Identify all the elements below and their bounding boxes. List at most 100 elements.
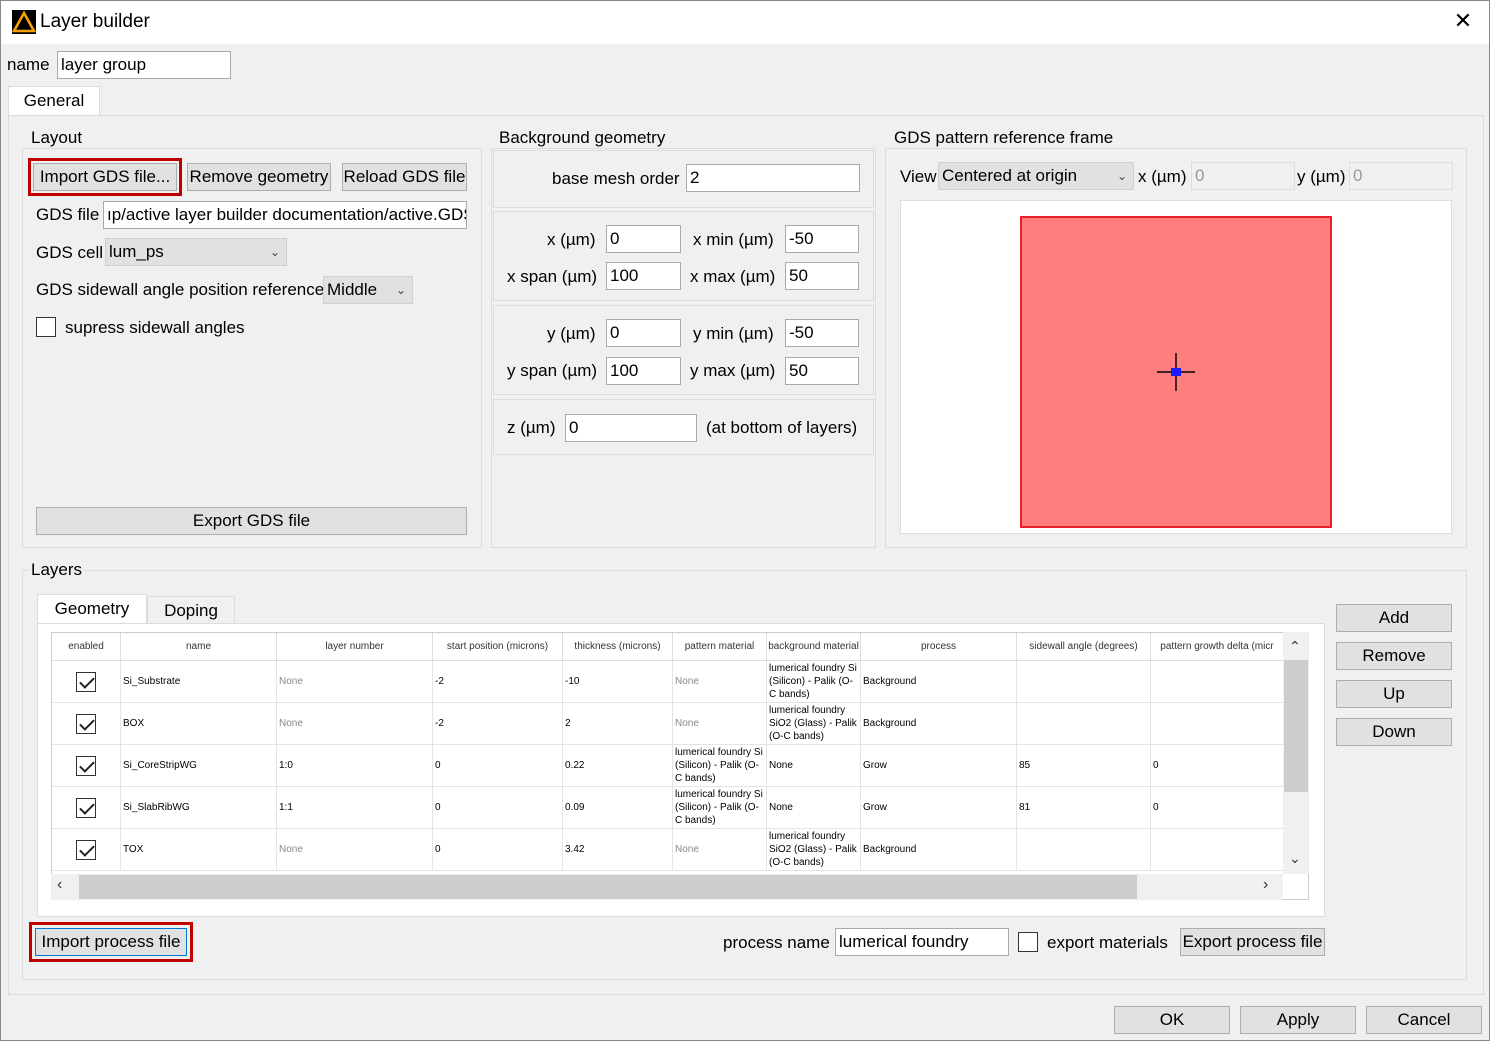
- tab-doping[interactable]: Doping: [147, 596, 235, 624]
- y-input[interactable]: 0: [606, 319, 681, 347]
- table-cell[interactable]: Background: [861, 703, 1017, 745]
- reload-gds-button[interactable]: Reload GDS file: [342, 163, 467, 191]
- table-cell[interactable]: None: [767, 745, 861, 787]
- column-header[interactable]: background material: [767, 633, 861, 661]
- table-cell[interactable]: 3.42: [563, 829, 673, 871]
- ok-button[interactable]: OK: [1114, 1006, 1230, 1034]
- cancel-button[interactable]: Cancel: [1366, 1006, 1482, 1034]
- table-cell[interactable]: [1151, 661, 1284, 703]
- mesh-order-input[interactable]: 2: [686, 164, 860, 192]
- chevron-left-icon[interactable]: ‹: [57, 876, 62, 894]
- enabled-checkbox[interactable]: [76, 755, 96, 776]
- column-header[interactable]: start position (microns): [433, 633, 563, 661]
- x-input[interactable]: 0: [606, 225, 681, 253]
- table-cell[interactable]: 0.22: [563, 745, 673, 787]
- column-header[interactable]: process: [861, 633, 1017, 661]
- table-cell[interactable]: 1:1: [277, 787, 433, 829]
- table-cell[interactable]: Grow: [861, 787, 1017, 829]
- table-cell[interactable]: lumerical foundry Si (Silicon) - Palik (…: [767, 661, 861, 703]
- table-horizontal-scrollbar[interactable]: ‹ ›: [51, 874, 1283, 900]
- column-header[interactable]: thickness (microns): [563, 633, 673, 661]
- enabled-checkbox[interactable]: [76, 839, 96, 860]
- table-cell[interactable]: 2: [563, 703, 673, 745]
- table-cell[interactable]: None: [277, 829, 433, 871]
- enabled-cell[interactable]: [52, 703, 121, 745]
- y-span-input[interactable]: 100: [606, 357, 681, 385]
- enabled-cell[interactable]: [52, 787, 121, 829]
- enabled-checkbox[interactable]: [76, 713, 96, 734]
- enabled-cell[interactable]: [52, 829, 121, 871]
- table-cell[interactable]: [1017, 829, 1151, 871]
- gds-file-input[interactable]: ıp/active layer builder documentation/ac…: [103, 201, 467, 229]
- table-cell[interactable]: [1017, 703, 1151, 745]
- z-input[interactable]: 0: [565, 414, 697, 442]
- layers-table[interactable]: enabled name layer number start position…: [51, 632, 1309, 900]
- table-cell[interactable]: 0: [433, 745, 563, 787]
- x-max-input[interactable]: 50: [785, 262, 859, 290]
- export-process-button[interactable]: Export process file: [1180, 928, 1325, 956]
- enabled-checkbox[interactable]: [76, 671, 96, 692]
- column-header[interactable]: enabled: [52, 633, 121, 661]
- column-header[interactable]: sidewall angle (degrees): [1017, 633, 1151, 661]
- gds-preview-canvas[interactable]: [900, 200, 1452, 534]
- chevron-up-icon[interactable]: ⌃: [1289, 638, 1301, 655]
- table-cell[interactable]: Background: [861, 829, 1017, 871]
- table-cell[interactable]: -2: [433, 661, 563, 703]
- table-cell[interactable]: None: [277, 703, 433, 745]
- add-layer-button[interactable]: Add: [1336, 604, 1452, 632]
- table-cell[interactable]: lumerical foundry SiO2 (Glass) - Palik (…: [767, 703, 861, 745]
- export-materials-checkbox[interactable]: [1018, 932, 1038, 952]
- apply-button[interactable]: Apply: [1240, 1006, 1356, 1034]
- remove-layer-button[interactable]: Remove: [1336, 642, 1452, 670]
- table-cell[interactable]: TOX: [121, 829, 277, 871]
- table-cell[interactable]: -10: [563, 661, 673, 703]
- export-gds-button[interactable]: Export GDS file: [36, 507, 467, 535]
- table-cell[interactable]: BOX: [121, 703, 277, 745]
- close-icon[interactable]: ✕: [1452, 8, 1474, 34]
- table-cell[interactable]: lumerical foundry Si (Silicon) - Palik (…: [673, 787, 767, 829]
- horizontal-scroll-thumb[interactable]: [79, 875, 1137, 899]
- table-cell[interactable]: None: [673, 703, 767, 745]
- table-cell[interactable]: Grow: [861, 745, 1017, 787]
- x-min-input[interactable]: -50: [785, 225, 859, 253]
- x-span-input[interactable]: 100: [606, 262, 681, 290]
- column-header[interactable]: pattern growth delta (micr: [1151, 633, 1284, 661]
- table-cell[interactable]: 1:0: [277, 745, 433, 787]
- tab-geometry[interactable]: Geometry: [37, 594, 147, 624]
- chevron-right-icon[interactable]: ›: [1263, 876, 1268, 894]
- table-cell[interactable]: 85: [1017, 745, 1151, 787]
- table-cell[interactable]: 0: [1151, 787, 1284, 829]
- import-process-button[interactable]: Import process file: [35, 928, 187, 956]
- table-cell[interactable]: Si_CoreStripWG: [121, 745, 277, 787]
- process-name-input[interactable]: lumerical foundry: [835, 928, 1009, 956]
- column-header[interactable]: layer number: [277, 633, 433, 661]
- table-cell[interactable]: -2: [433, 703, 563, 745]
- table-cell[interactable]: None: [673, 829, 767, 871]
- enabled-cell[interactable]: [52, 745, 121, 787]
- view-select[interactable]: Centered at origin ⌄: [938, 162, 1134, 190]
- table-cell[interactable]: None: [673, 661, 767, 703]
- table-cell[interactable]: [1151, 829, 1284, 871]
- table-cell[interactable]: [1017, 661, 1151, 703]
- table-cell[interactable]: 0: [433, 829, 563, 871]
- move-down-button[interactable]: Down: [1336, 718, 1452, 746]
- move-up-button[interactable]: Up: [1336, 680, 1452, 708]
- table-cell[interactable]: Si_Substrate: [121, 661, 277, 703]
- table-cell[interactable]: Background: [861, 661, 1017, 703]
- vertical-scroll-thumb[interactable]: [1284, 660, 1308, 792]
- column-header[interactable]: name: [121, 633, 277, 661]
- table-cell[interactable]: 0: [433, 787, 563, 829]
- table-cell[interactable]: None: [767, 787, 861, 829]
- sidewall-ref-select[interactable]: Middle ⌄: [323, 276, 413, 304]
- tab-general[interactable]: General: [8, 86, 100, 116]
- table-cell[interactable]: 0.09: [563, 787, 673, 829]
- y-max-input[interactable]: 50: [785, 357, 859, 385]
- chevron-down-icon[interactable]: ⌄: [1289, 850, 1301, 867]
- table-cell[interactable]: [1151, 703, 1284, 745]
- table-cell[interactable]: lumerical foundry SiO2 (Glass) - Palik (…: [767, 829, 861, 871]
- table-cell[interactable]: None: [277, 661, 433, 703]
- enabled-cell[interactable]: [52, 661, 121, 703]
- table-cell[interactable]: 0: [1151, 745, 1284, 787]
- table-cell[interactable]: 81: [1017, 787, 1151, 829]
- supress-sidewall-checkbox[interactable]: [36, 317, 56, 337]
